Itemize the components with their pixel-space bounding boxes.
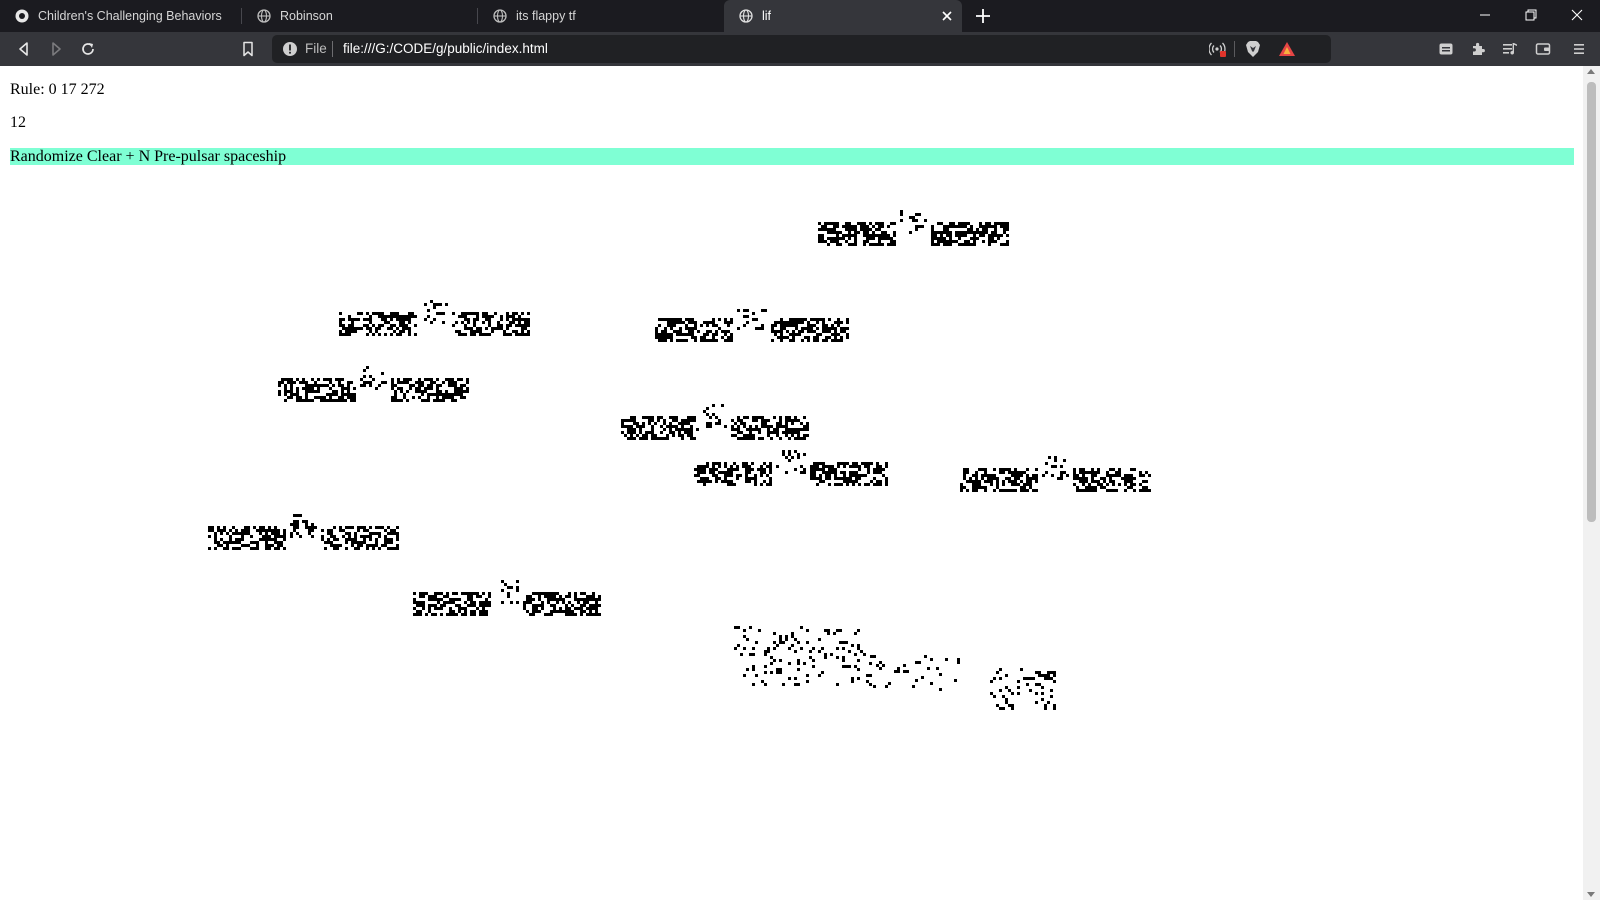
tab-title: its flappy tf [516,9,576,23]
tab-its-flappy-tf[interactable]: its flappy tf [478,0,714,32]
address-bar[interactable]: File file:///G:/CODE/g/public/index.html [272,35,1331,63]
forward-button[interactable] [44,37,68,61]
broadcast-icon [1209,42,1226,57]
globe-icon [257,9,271,23]
menu-button[interactable] [1567,37,1591,61]
brave-shield-icon [1246,41,1260,57]
sidebar-icon [1439,43,1453,55]
life-board[interactable] [0,66,1583,900]
info-icon[interactable] [282,41,298,57]
playlist-icon [1503,43,1517,55]
globe-icon [493,9,507,23]
restore-icon [1525,9,1537,21]
sidebar-button[interactable] [1434,37,1458,61]
url-scheme-label: File [305,41,327,56]
plus-icon[interactable] [972,5,994,27]
extensions-button[interactable] [1466,37,1490,61]
playlist-button[interactable] [1498,37,1522,61]
tab-childrens-challenging-behaviors[interactable]: Children's Challenging Behaviors [0,0,242,32]
site-icon [15,9,29,23]
bookmark-icon [243,41,253,57]
bookmark-button[interactable] [236,37,260,61]
brave-shield-button[interactable] [1241,37,1265,61]
scrollbar[interactable] [1583,66,1600,900]
tab-title: Robinson [280,9,333,23]
tab-robinson[interactable]: Robinson [242,0,478,32]
tab-title: Children's Challenging Behaviors [38,9,222,23]
tab-lif[interactable]: lif [724,0,962,32]
address-bar-divider [1234,41,1235,57]
back-button[interactable] [12,37,36,61]
close-icon [1571,9,1583,21]
close-window-button[interactable] [1554,0,1600,30]
tab-strip: Children's Challenging Behaviors Robinso… [0,0,1600,32]
globe-icon [739,9,753,23]
close-tab-icon[interactable] [938,7,956,25]
page-content: Rule: 0 17 272 12 Randomize Clear + N Pr… [0,66,1583,900]
browser-toolbar: File file:///G:/CODE/g/public/index.html [0,32,1600,66]
wallet-icon [1535,43,1551,55]
minimize-icon [1480,14,1490,16]
broadcast-button[interactable] [1206,37,1230,61]
brave-rewards-button[interactable] [1275,37,1299,61]
url-text[interactable]: file:///G:/CODE/g/public/index.html [343,41,548,56]
scroll-thumb[interactable] [1587,82,1596,522]
menu-icon [1574,44,1584,54]
scroll-up-arrow[interactable] [1587,69,1595,74]
url-divider [332,41,333,57]
brave-rewards-icon [1279,42,1295,56]
extensions-icon [1473,42,1485,55]
wallet-button[interactable] [1531,37,1555,61]
restore-button[interactable] [1508,0,1554,30]
back-icon [19,42,28,56]
tab-title: lif [762,9,772,23]
minimize-button[interactable] [1462,0,1508,30]
forward-icon [52,42,61,56]
reload-icon [82,43,94,55]
scroll-down-arrow[interactable] [1587,892,1595,897]
reload-button[interactable] [76,37,100,61]
